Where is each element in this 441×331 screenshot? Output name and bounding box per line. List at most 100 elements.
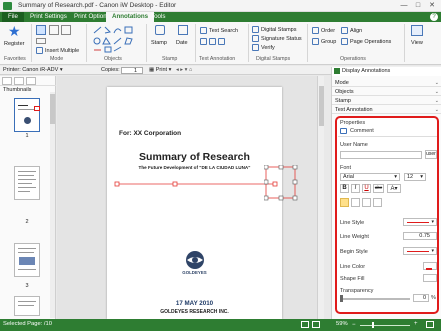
group-button[interactable]: Group [312, 38, 336, 45]
star-icon: ★ [8, 23, 21, 39]
panel-tabs [0, 76, 56, 86]
shape-fill-picker[interactable] [423, 274, 437, 282]
group-digital-stamps: Digital Stamps [256, 56, 291, 62]
thumbnail-panel: Thumbnails 1 2 3 [0, 76, 56, 319]
align-center-button[interactable] [351, 198, 360, 207]
zoom-slider[interactable] [360, 325, 410, 326]
tab-file[interactable]: File [2, 12, 24, 22]
page-thumbnail-4[interactable] [14, 296, 40, 316]
begin-style-label: Begin Style [340, 249, 368, 255]
user-name-input[interactable] [340, 151, 422, 159]
order-button[interactable]: Order [312, 27, 335, 34]
text-search-button[interactable]: Text Search [200, 27, 238, 34]
zoom-mode-icon[interactable] [36, 38, 46, 44]
tab-print-settings[interactable]: Print Settings [24, 12, 73, 22]
align-left-button[interactable] [340, 198, 349, 207]
signature-status-button[interactable]: Signature Status [252, 35, 302, 42]
zoom-slider-handle[interactable] [372, 322, 374, 328]
user-button[interactable]: user [425, 150, 437, 159]
underline-button[interactable]: U [362, 184, 371, 193]
zoom-out-icon[interactable]: − [352, 322, 356, 328]
document-page[interactable]: For: XX Corporation Summary of Research … [107, 87, 298, 319]
begin-style-select[interactable]: ▾ [403, 247, 437, 255]
thumbnail-number: 1 [25, 133, 29, 139]
thumbnail-tab-icon[interactable] [2, 77, 12, 85]
document-scrollbar[interactable] [317, 76, 324, 319]
printer-selector[interactable]: Printer: Canon iR-ADV ▾ [3, 67, 63, 73]
thumbnail-scrollbar[interactable] [50, 92, 55, 318]
copies-label: Copies: [101, 67, 120, 73]
bookmark-tab-icon[interactable] [26, 77, 36, 85]
help-icon[interactable]: ? [430, 13, 438, 21]
transparency-slider-handle[interactable] [340, 295, 343, 302]
alignment-buttons [340, 198, 390, 208]
verify-button[interactable]: Verify [252, 44, 275, 51]
right-panel: Mode ⌄ Objects ⌄ Stamp ⌄ Text Annotation ⌄ P… [331, 76, 441, 319]
thumbnail-number: 2 [25, 219, 29, 225]
line-color-label: Line Color [340, 264, 366, 270]
section-text-annotation[interactable]: Text Annotation ⌄ [332, 106, 441, 114]
section-objects[interactable]: Objects ⌄ [332, 88, 441, 96]
company-name: GOLDEYES RESEARCH INC. [160, 309, 229, 315]
select-mode-icon[interactable] [36, 25, 46, 35]
stamp-button[interactable]: Stamp [151, 40, 167, 46]
line-weight-input[interactable]: 0.75 [403, 232, 437, 240]
section-stamp[interactable]: Stamp ⌄ [332, 97, 441, 105]
section-mode[interactable]: Mode ⌄ [332, 79, 441, 87]
selected-page-status: Selected Page: /10 [3, 321, 52, 327]
register-button[interactable]: Register [4, 41, 24, 47]
page-thumbnail-3[interactable] [14, 243, 40, 277]
thumbnail-number: 3 [25, 283, 29, 289]
align-right-button[interactable] [362, 198, 371, 207]
page-operations-button[interactable]: Page Operations [341, 38, 391, 45]
fit-width-icon[interactable] [312, 321, 320, 328]
text-mode-icon[interactable] [61, 25, 71, 35]
font-select[interactable]: Arial ▾ [340, 173, 400, 181]
font-size-select[interactable]: 12 ▾ [404, 173, 426, 181]
line-color-picker[interactable] [423, 262, 437, 270]
status-bar: Selected Page: /10 59% − + [0, 319, 441, 331]
font-color-button[interactable]: A▾ [387, 184, 401, 193]
minimize-button[interactable]: — [398, 1, 410, 10]
objects-gallery[interactable] [92, 25, 142, 53]
page-thumbnail-2[interactable] [14, 166, 40, 200]
line-style-select[interactable]: ▾ [403, 218, 437, 226]
properties-panel: Properties Comment User Name user Font A… [335, 116, 439, 314]
comment-tab-icon[interactable] [14, 77, 24, 85]
maximize-button[interactable]: □ [412, 1, 424, 10]
tab-tools[interactable]: Tools [145, 12, 171, 22]
view-icon [411, 25, 423, 36]
text-annotation-tools[interactable] [200, 38, 230, 45]
print-button[interactable]: ▦ Print ▾ [149, 67, 171, 73]
group-text-annotation: Text Annotation [199, 56, 236, 62]
transparency-slider[interactable] [340, 298, 410, 300]
fit-page-icon[interactable] [301, 321, 309, 328]
strikethrough-button[interactable]: abc [373, 184, 384, 193]
display-annotations-button[interactable]: Display Annotations [342, 68, 390, 74]
transparency-input[interactable]: 0 [413, 294, 429, 302]
window-title: Summary of Research.pdf - Canon iW Deskt… [18, 2, 177, 9]
view-mode-icon[interactable] [426, 321, 434, 328]
date-button[interactable]: Date [176, 40, 188, 46]
zoom-in-icon[interactable]: + [414, 321, 418, 327]
page-thumbnail-1[interactable] [14, 98, 40, 132]
digital-stamps-button[interactable]: Digital Stamps [252, 26, 296, 33]
italic-button[interactable]: I [351, 184, 360, 193]
rectangle-annotation[interactable] [264, 165, 298, 201]
insert-multiple-button[interactable]: Insert Multiple [36, 47, 79, 54]
corporation-text: For: XX Corporation [119, 130, 182, 137]
justify-button[interactable] [373, 198, 382, 207]
print-toolbar: Printer: Canon iR-ADV ▾ Copies: 1 ▦ Prin… [0, 66, 441, 76]
view-button[interactable]: View [411, 40, 423, 46]
comment-label: Comment [350, 128, 374, 134]
bold-button[interactable]: B [340, 184, 349, 193]
hand-mode-icon[interactable] [49, 25, 59, 35]
title-bar: Summary of Research.pdf - Canon iW Deskt… [0, 0, 441, 12]
calendar-icon [178, 25, 188, 35]
nav-buttons[interactable]: ◂ ▸ ▾ ⌂ [176, 67, 192, 73]
close-button[interactable]: ✕ [426, 1, 438, 10]
line-annotation[interactable] [107, 157, 282, 207]
align-button[interactable]: Align [341, 27, 362, 34]
comment-icon [340, 128, 347, 134]
copies-input[interactable]: 1 [121, 67, 143, 74]
